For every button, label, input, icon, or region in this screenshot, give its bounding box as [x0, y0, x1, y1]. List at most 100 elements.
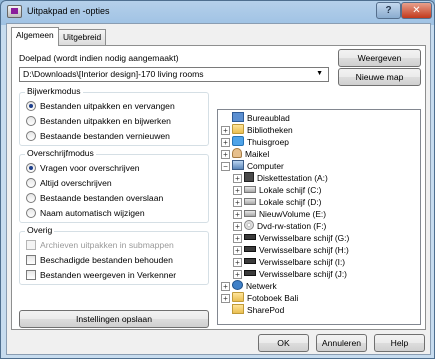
radio-refresh-existing[interactable]: Bestaande bestanden vernieuwen	[26, 131, 170, 141]
dialog-window: Uitpakpad en -opties ? ✕ Algemeen Uitgeb…	[0, 0, 435, 359]
tree-item-label: Lokale schijf (C:)	[259, 185, 322, 195]
radio-icon	[26, 116, 36, 126]
tree-item-bureaublad[interactable]: Bureaublad	[221, 112, 290, 124]
radio-extract-update[interactable]: Bestanden uitpakken en bijwerken	[26, 116, 171, 126]
tree-item-drive-i[interactable]: + Verwisselbare schijf (I:)	[233, 256, 345, 268]
radio-label: Bestaande bestanden overslaan	[40, 193, 164, 203]
tree-item-drive-e[interactable]: + NieuwVolume (E:)	[233, 208, 326, 220]
folder-tree[interactable]: Bureaublad + Bibliotheken + Thuisgroep + Ma…	[217, 109, 421, 325]
tree-item-maikel[interactable]: + Maikel	[221, 148, 269, 160]
misc-group: Overig Archieven uitpakken in submappen …	[19, 225, 209, 285]
cancel-button[interactable]: Annuleren	[316, 334, 367, 352]
expand-icon[interactable]: +	[233, 174, 242, 183]
update-mode-group: Bijwerkmodus Bestanden uitpakken en verv…	[19, 86, 209, 146]
save-settings-button[interactable]: Instellingen opslaan	[19, 310, 209, 328]
radio-ask-overwrite[interactable]: Vragen voor overschrijven	[26, 163, 140, 173]
expand-icon[interactable]: +	[233, 258, 242, 267]
dvd-icon	[244, 220, 254, 230]
tab-uitgebreid[interactable]: Uitgebreid	[58, 29, 107, 45]
tree-item-drive-a[interactable]: + Diskettestation (A:)	[233, 172, 328, 184]
checkbox-icon	[26, 270, 36, 280]
expand-icon[interactable]: +	[233, 222, 242, 231]
tree-item-drive-g[interactable]: + Verwisselbare schijf (G:)	[233, 232, 349, 244]
tree-item-sharepod[interactable]: SharePod	[221, 304, 284, 316]
expand-icon[interactable]: +	[221, 138, 230, 147]
removable-drive-icon	[244, 270, 256, 276]
expand-icon[interactable]: +	[233, 246, 242, 255]
tree-item-fotoboek-bali[interactable]: + Fotoboek Bali	[221, 292, 298, 304]
tree-item-label: Verwisselbare schijf (G:)	[259, 233, 350, 243]
expand-icon[interactable]: +	[233, 198, 242, 207]
checkbox-extract-subfolders[interactable]: Archieven uitpakken in submappen	[26, 240, 174, 250]
destination-label: Doelpad (wordt indien nodig aangemaakt)	[19, 53, 179, 63]
expand-icon[interactable]: +	[221, 150, 230, 159]
tree-item-label: NieuwVolume (E:)	[259, 209, 327, 219]
folder-icon	[232, 124, 244, 134]
expand-icon[interactable]: +	[221, 282, 230, 291]
dropdown-arrow-icon[interactable]: ▼	[316, 70, 323, 77]
update-mode-title: Bijwerkmodus	[25, 86, 83, 96]
radio-auto-rename[interactable]: Naam automatisch wijzigen	[26, 208, 145, 218]
radio-skip-existing[interactable]: Bestaande bestanden overslaan	[26, 193, 163, 203]
tree-item-label: Netwerk	[246, 281, 277, 291]
tree-item-bibliotheken[interactable]: + Bibliotheken	[221, 124, 293, 136]
help-button[interactable]: Help	[374, 334, 425, 352]
dialog-client-area: Algemeen Uitgebreid Doelpad (wordt indie…	[6, 23, 431, 355]
radio-always-overwrite[interactable]: Altijd overschrijven	[26, 178, 112, 188]
radio-label: Vragen voor overschrijven	[40, 163, 140, 173]
tree-item-drive-j[interactable]: + Verwisselbare schijf (J:)	[233, 268, 347, 280]
new-folder-button[interactable]: Nieuwe map	[338, 68, 421, 86]
checkbox-keep-broken[interactable]: Beschadigde bestanden behouden	[26, 255, 173, 265]
overwrite-mode-group: Overschrijfmodus Vragen voor overschrijv…	[19, 148, 209, 223]
close-button[interactable]: ✕	[401, 2, 432, 19]
checkbox-icon	[26, 255, 36, 265]
expand-icon[interactable]: +	[233, 186, 242, 195]
radio-label: Bestanden uitpakken en bijwerken	[40, 116, 171, 126]
tree-item-computer[interactable]: − Computer	[221, 160, 284, 172]
title-bar[interactable]: Uitpakpad en -opties ? ✕	[1, 1, 434, 23]
removable-drive-icon	[244, 258, 256, 264]
tree-item-drive-f[interactable]: + Dvd-rw-station (F:)	[233, 220, 326, 232]
winrar-app-icon	[7, 5, 22, 18]
tree-item-label: Lokale schijf (D:)	[259, 197, 322, 207]
collapse-icon[interactable]: −	[221, 162, 230, 171]
tree-item-label: Bureaublad	[247, 113, 290, 123]
radio-icon	[26, 193, 36, 203]
tree-item-label: Computer	[247, 161, 284, 171]
expand-icon[interactable]: +	[233, 210, 242, 219]
checkbox-show-in-explorer[interactable]: Bestanden weergeven in Verkenner	[26, 270, 176, 280]
tree-item-drive-c[interactable]: + Lokale schijf (C:)	[233, 184, 321, 196]
show-button[interactable]: Weergeven	[338, 49, 421, 67]
destination-path-combobox[interactable]: D:\Downloads\[Interior design]-170 livin…	[19, 67, 329, 82]
tree-item-label: Thuisgroep	[247, 137, 289, 147]
help-title-button[interactable]: ?	[376, 2, 401, 19]
tree-item-label: Verwisselbare schijf (H:)	[259, 245, 349, 255]
expand-icon[interactable]: +	[221, 126, 230, 135]
removable-drive-icon	[244, 246, 256, 252]
tree-item-drive-h[interactable]: + Verwisselbare schijf (H:)	[233, 244, 349, 256]
tree-item-drive-d[interactable]: + Lokale schijf (D:)	[233, 196, 321, 208]
expand-icon[interactable]: +	[221, 294, 230, 303]
tree-item-label: Fotoboek Bali	[247, 293, 299, 303]
checkbox-label: Archieven uitpakken in submappen	[40, 240, 174, 250]
tab-panel-general: Doelpad (wordt indien nodig aangemaakt) …	[11, 45, 426, 330]
tree-item-label: Maikel	[245, 149, 270, 159]
ok-button[interactable]: OK	[258, 334, 309, 352]
checkbox-label: Beschadigde bestanden behouden	[40, 255, 173, 265]
desktop-icon	[232, 112, 244, 122]
expand-icon[interactable]: +	[233, 270, 242, 279]
tree-item-thuisgroep[interactable]: + Thuisgroep	[221, 136, 289, 148]
tab-algemeen[interactable]: Algemeen	[11, 27, 59, 46]
folder-icon	[232, 304, 244, 314]
expand-icon[interactable]: +	[233, 234, 242, 243]
radio-label: Bestaande bestanden vernieuwen	[40, 131, 170, 141]
drive-icon	[244, 210, 256, 217]
tree-item-label: SharePod	[247, 305, 285, 315]
misc-title: Overig	[25, 225, 55, 235]
tree-item-label: Bibliotheken	[247, 125, 293, 135]
radio-extract-replace[interactable]: Bestanden uitpakken en vervangen	[26, 101, 175, 111]
tree-item-netwerk[interactable]: + Netwerk	[221, 280, 277, 292]
removable-drive-icon	[244, 234, 256, 240]
destination-path-value: D:\Downloads\[Interior design]-170 livin…	[23, 69, 204, 79]
tree-item-label: Verwisselbare schijf (J:)	[259, 269, 347, 279]
